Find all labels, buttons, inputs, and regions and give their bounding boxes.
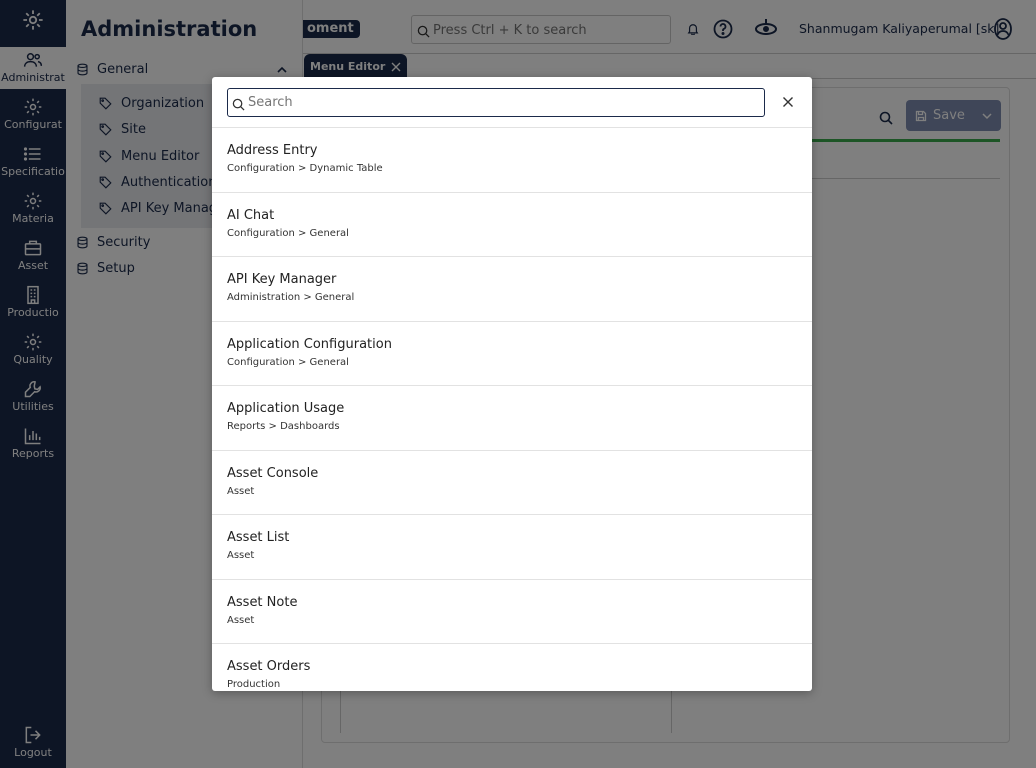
result-path: Configuration > Dynamic Table	[227, 163, 383, 174]
search-results-list: Address Entry Configuration > Dynamic Ta…	[212, 127, 812, 691]
result-path: Production	[227, 679, 281, 690]
result-path: Configuration > General	[227, 227, 349, 239]
result-path: Asset	[227, 485, 255, 497]
search-result[interactable]: Asset Note Asset	[212, 580, 812, 644]
result-title: Application Usage	[227, 401, 345, 416]
search-result[interactable]: Address Entry Configuration > Dynamic Ta…	[212, 128, 812, 193]
modal-search-input[interactable]	[248, 92, 758, 113]
search-result[interactable]: Asset Orders Production	[212, 644, 812, 691]
close-icon[interactable]	[782, 96, 794, 108]
search-result[interactable]: Asset Console Asset	[212, 451, 812, 515]
result-path: Administration > General	[227, 292, 355, 303]
result-title: Asset Console	[227, 465, 319, 481]
result-title: API Key Manager	[227, 272, 337, 287]
result-path: Reports > Dashboards	[227, 421, 340, 432]
search-result[interactable]: Asset List Asset	[212, 515, 812, 580]
result-path: Asset	[227, 614, 255, 626]
result-title: Application Configuration	[227, 336, 392, 352]
result-title: Address Entry	[227, 143, 318, 158]
search-result[interactable]: Application Configuration Configuration …	[212, 322, 812, 386]
result-title: AI Chat	[227, 207, 275, 223]
result-title: Asset List	[227, 530, 290, 545]
search-result[interactable]: AI Chat Configuration > General	[212, 193, 812, 257]
search-modal: Address Entry Configuration > Dynamic Ta…	[212, 77, 812, 691]
result-title: Asset Note	[227, 594, 298, 610]
result-title: Asset Orders	[227, 659, 311, 674]
search-result[interactable]: API Key Manager Administration > General	[212, 257, 812, 322]
search-icon	[232, 98, 245, 111]
modal-search-box[interactable]	[227, 88, 765, 117]
result-path: Configuration > General	[227, 356, 349, 368]
search-result[interactable]: Application Usage Reports > Dashboards	[212, 386, 812, 451]
result-path: Asset	[227, 550, 255, 561]
